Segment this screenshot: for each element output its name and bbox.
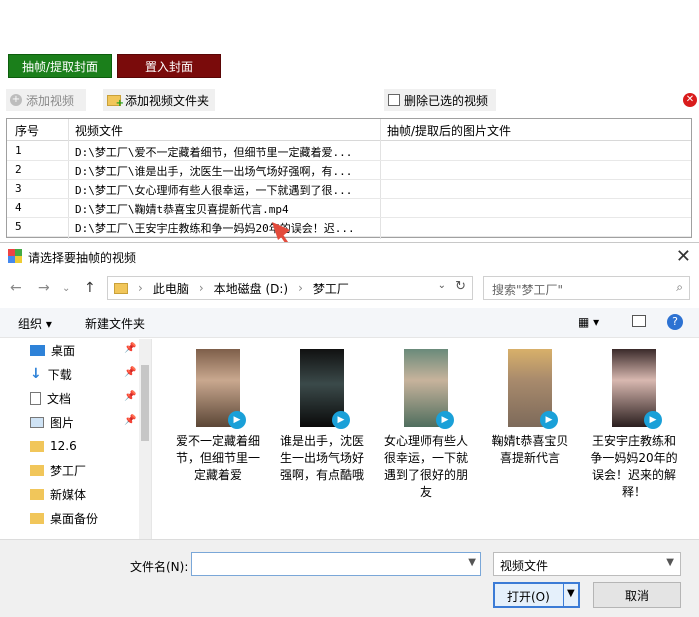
address-bar[interactable]: › 此电脑 › 本地磁盘 (D:) › 梦工厂 ⌄ ↻ bbox=[107, 276, 473, 300]
delete-selected-button[interactable]: 删除已选的视频 bbox=[384, 89, 496, 111]
sidebar-item-documents[interactable]: 文档 bbox=[30, 387, 71, 409]
desktop-icon bbox=[30, 344, 45, 356]
cancel-button[interactable]: 取消 bbox=[593, 582, 681, 608]
chevron-down-icon[interactable]: ▼ bbox=[468, 557, 476, 568]
sidebar-item-folder[interactable]: 桌面备份 bbox=[30, 507, 98, 529]
clear-list-icon[interactable]: ✕ bbox=[683, 93, 697, 107]
breadcrumb-this-pc[interactable]: 此电脑 bbox=[153, 280, 189, 297]
filename-input[interactable]: ▼ bbox=[191, 552, 481, 576]
breadcrumb-drive[interactable]: 本地磁盘 (D:) bbox=[214, 280, 288, 297]
add-folder-button[interactable]: + 添加视频文件夹 bbox=[103, 89, 215, 111]
table-header: 序号 视频文件 抽帧/提取后的图片文件 bbox=[7, 119, 691, 141]
sidebar-item-downloads[interactable]: ↓ 下载 bbox=[30, 363, 72, 385]
preview-pane-icon[interactable] bbox=[632, 315, 646, 327]
table-row[interactable]: 3 D:\梦工厂\女心理师有些人很幸运，一下就遇到了很... bbox=[7, 180, 691, 199]
back-arrow-icon[interactable]: ← bbox=[10, 280, 22, 296]
folder-icon bbox=[30, 512, 44, 524]
folder-icon bbox=[30, 488, 44, 500]
file-item[interactable]: ▶ 女心理师有些人很幸运，一下就遇到了很好的朋友 bbox=[378, 349, 474, 501]
video-thumbnail: ▶ bbox=[196, 349, 246, 429]
filetype-select[interactable]: 视频文件 ▼ bbox=[493, 552, 681, 576]
search-icon: ⌕ bbox=[676, 280, 683, 294]
navigation-bar: ← → ⌄ ↑ › 此电脑 › 本地磁盘 (D:) › 梦工厂 ⌄ ↻ 搜索"梦… bbox=[0, 273, 699, 303]
column-header-file: 视频文件 bbox=[75, 124, 124, 138]
folder-add-icon: + bbox=[107, 94, 124, 109]
play-icon: ▶ bbox=[228, 411, 246, 429]
app-icon bbox=[8, 249, 22, 263]
delete-selected-label: 删除已选的视频 bbox=[404, 93, 489, 108]
play-icon: ▶ bbox=[540, 411, 558, 429]
pin-icon: 📌 bbox=[124, 391, 137, 402]
extract-cover-button[interactable]: 抽帧/提取封面 bbox=[8, 54, 112, 78]
video-thumbnail: ▶ bbox=[508, 349, 558, 429]
close-icon[interactable]: ✕ bbox=[676, 246, 691, 267]
sidebar-item-folder[interactable]: 12.6 bbox=[30, 435, 77, 457]
chevron-down-icon[interactable]: ▼ bbox=[567, 588, 575, 599]
file-item[interactable]: ▶ 谁是出手，沈医生一出场气场好强啊，有点酷哦 bbox=[274, 349, 370, 484]
insert-cover-button[interactable]: 置入封面 bbox=[117, 54, 221, 78]
navigation-pane: 桌面 📌 ↓ 下载 📌 文档 📌 图片 📌 12.6 梦工厂 新媒体 桌面备份 bbox=[0, 339, 152, 539]
folder-icon bbox=[114, 282, 128, 294]
up-arrow-icon[interactable]: ↑ bbox=[84, 280, 96, 296]
forward-arrow-icon[interactable]: → bbox=[38, 280, 50, 296]
video-thumbnail: ▶ bbox=[612, 349, 662, 429]
folder-icon bbox=[30, 464, 44, 476]
play-icon: ▶ bbox=[644, 411, 662, 429]
column-header-index: 序号 bbox=[15, 124, 40, 138]
list-delete-icon bbox=[388, 94, 400, 106]
help-icon[interactable]: ? bbox=[667, 314, 683, 330]
file-item[interactable]: ▶ 王安宇庄教练和争一妈妈20年的误会！迟来的解释！ bbox=[586, 349, 682, 501]
video-thumbnail: ▶ bbox=[404, 349, 454, 429]
breadcrumb-folder[interactable]: 梦工厂 bbox=[313, 280, 349, 297]
video-table: 序号 视频文件 抽帧/提取后的图片文件 1 D:\梦工厂\爱不一定藏着细节，但细节… bbox=[6, 118, 692, 239]
add-folder-label: 添加视频文件夹 bbox=[125, 93, 210, 108]
table-row[interactable]: 1 D:\梦工厂\爱不一定藏着细节，但细节里一定藏着爱... bbox=[7, 142, 691, 161]
table-row[interactable]: 2 D:\梦工厂\谁是出手，沈医生一出场气场好强啊，有... bbox=[7, 161, 691, 180]
pin-icon: 📌 bbox=[124, 415, 137, 426]
command-bar: 组织 ▾ 新建文件夹 ▦ ▾ ? bbox=[0, 308, 699, 338]
play-icon: ▶ bbox=[332, 411, 350, 429]
open-button[interactable]: 打开(O) ▼ bbox=[493, 582, 580, 608]
search-input[interactable]: 搜索"梦工厂" ⌕ bbox=[483, 276, 690, 300]
sidebar-item-folder[interactable]: 新媒体 bbox=[30, 483, 86, 505]
add-video-button[interactable]: + 添加视频 bbox=[6, 89, 86, 111]
organize-menu[interactable]: 组织 ▾ bbox=[18, 315, 52, 332]
chevron-down-icon[interactable]: ⌄ bbox=[438, 280, 446, 291]
folder-icon bbox=[30, 440, 44, 452]
sidebar-item-desktop[interactable]: 桌面 bbox=[30, 339, 75, 361]
pin-icon: 📌 bbox=[124, 343, 137, 354]
scrollbar-thumb[interactable] bbox=[141, 365, 149, 441]
document-icon bbox=[30, 391, 41, 405]
pin-icon: 📌 bbox=[124, 367, 137, 378]
new-folder-button[interactable]: 新建文件夹 bbox=[85, 315, 145, 332]
sidebar-item-folder[interactable]: 梦工厂 bbox=[30, 459, 86, 481]
dialog-titlebar: 请选择要抽帧的视频 ✕ bbox=[0, 243, 699, 271]
video-thumbnail: ▶ bbox=[300, 349, 350, 429]
refresh-icon[interactable]: ↻ bbox=[455, 279, 466, 294]
file-item[interactable]: ▶ 爱不一定藏着细节，但细节里一定藏着爱 bbox=[170, 349, 266, 484]
picture-icon bbox=[30, 416, 44, 428]
recent-dropdown-icon[interactable]: ⌄ bbox=[62, 283, 70, 294]
table-row[interactable]: 4 D:\梦工厂\鞠婧t恭喜宝贝喜提新代言.mp4 bbox=[7, 199, 691, 218]
filename-label: 文件名(N): bbox=[130, 560, 189, 574]
play-icon: ▶ bbox=[436, 411, 454, 429]
chevron-down-icon: ▼ bbox=[666, 557, 674, 568]
dialog-title: 请选择要抽帧的视频 bbox=[28, 251, 137, 265]
plus-icon: + bbox=[10, 94, 22, 106]
column-header-output: 抽帧/提取后的图片文件 bbox=[387, 124, 512, 138]
file-item[interactable]: ▶ 鞠婧t恭喜宝贝喜提新代言 bbox=[482, 349, 578, 467]
add-video-label: 添加视频 bbox=[26, 93, 75, 108]
view-options-icon[interactable]: ▦ ▾ bbox=[578, 315, 599, 329]
sidebar-item-pictures[interactable]: 图片 bbox=[30, 411, 74, 433]
download-icon: ↓ bbox=[30, 366, 42, 382]
dialog-footer: 文件名(N): ▼ 视频文件 ▼ 打开(O) ▼ 取消 bbox=[0, 539, 699, 617]
file-list: ▶ 爱不一定藏着细节，但细节里一定藏着爱 ▶ 谁是出手，沈医生一出场气场好强啊，… bbox=[152, 339, 699, 539]
file-open-dialog: 请选择要抽帧的视频 ✕ ← → ⌄ ↑ › 此电脑 › 本地磁盘 (D:) › … bbox=[0, 242, 699, 617]
